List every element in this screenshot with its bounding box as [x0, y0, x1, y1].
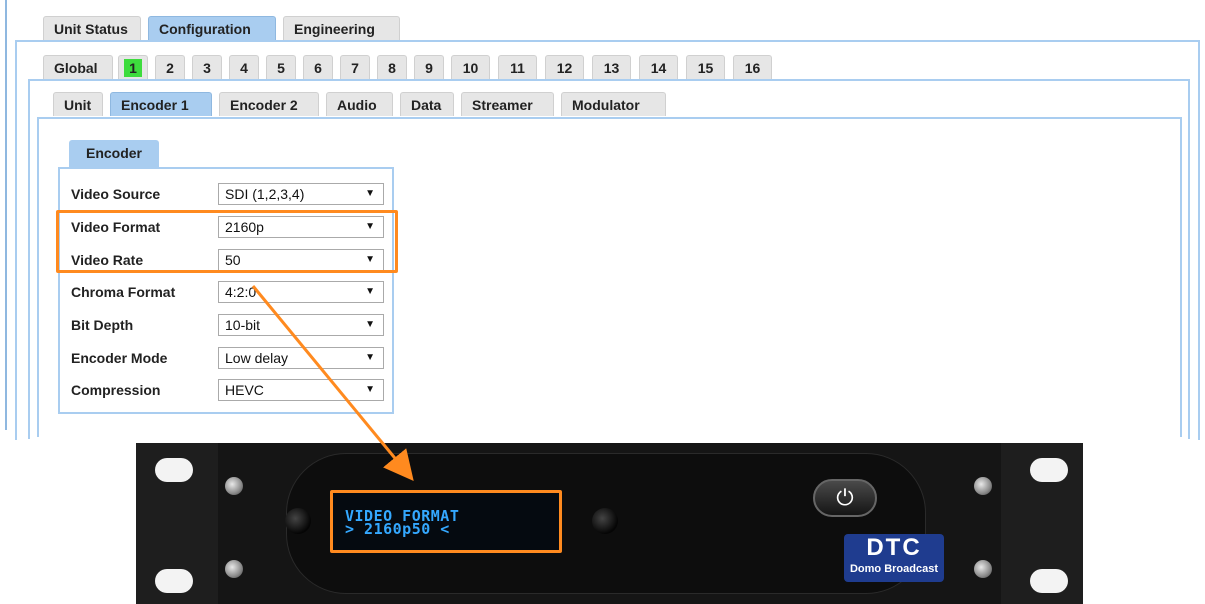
arrow-line — [251, 285, 414, 481]
connector-arrow — [251, 285, 414, 481]
